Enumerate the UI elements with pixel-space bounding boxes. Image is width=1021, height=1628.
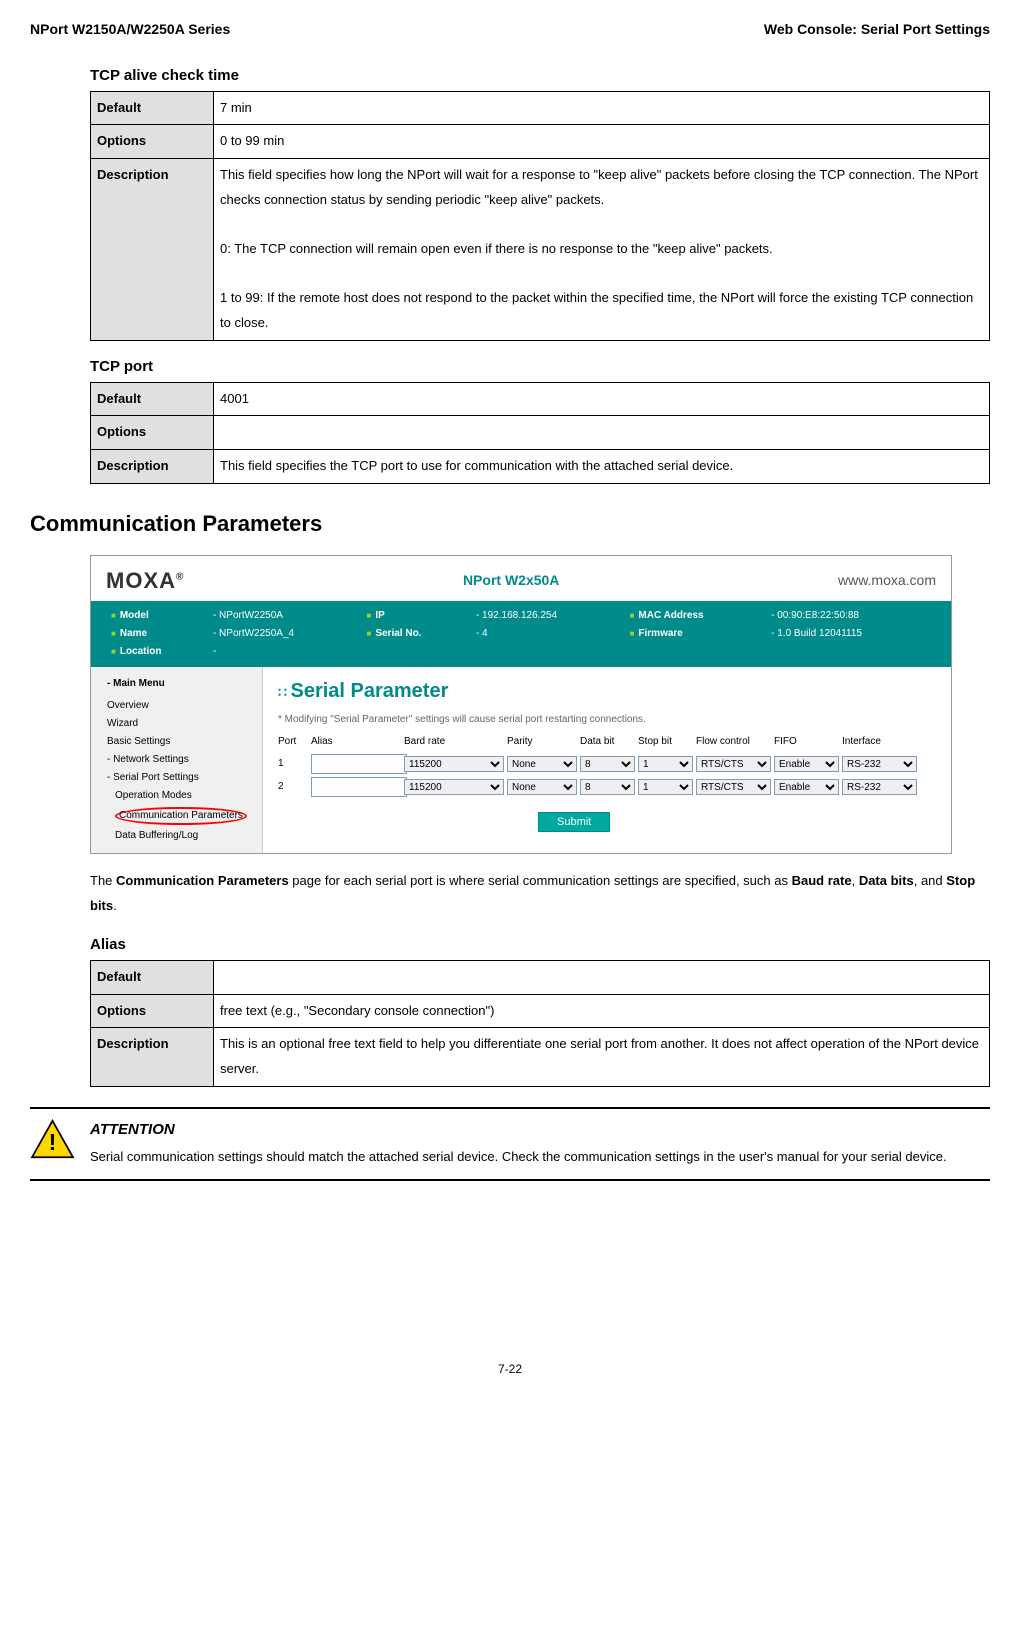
svg-text:!: ! <box>49 1129 57 1155</box>
databit-select[interactable]: 8 <box>580 779 635 795</box>
sc-url: www.moxa.com <box>838 571 936 591</box>
page-number: 7-22 <box>30 1361 990 1378</box>
label-description: Description <box>91 158 214 340</box>
fifo-select[interactable]: Enable <box>774 756 839 772</box>
alias-table: Default Options free text (e.g., "Second… <box>90 960 990 1087</box>
header-left: NPort W2150A/W2250A Series <box>30 20 230 40</box>
nav-menu: - Main Menu Overview Wizard Basic Settin… <box>91 667 263 853</box>
value-options: 0 to 99 min <box>214 125 990 159</box>
value-default: 4001 <box>214 382 990 416</box>
baud-select[interactable]: 115200 <box>404 756 504 772</box>
databit-select[interactable]: 8 <box>580 756 635 772</box>
value-description: This is an optional free text field to h… <box>214 1028 990 1086</box>
tcp-port-table: Default 4001 Options Description This fi… <box>90 382 990 484</box>
nav-item[interactable]: Overview <box>99 697 254 715</box>
nav-subitem[interactable]: Data Buffering/Log <box>99 827 254 845</box>
label-options: Options <box>91 125 214 159</box>
nav-item[interactable]: - Network Settings <box>99 751 254 769</box>
label-default: Default <box>91 382 214 416</box>
info-bar: ■Model- NPortW2250A ■IP- 192.168.126.254… <box>91 601 951 667</box>
label-default: Default <box>91 91 214 125</box>
screenshot-frame: MOXA® NPort W2x50A www.moxa.com ■Model- … <box>90 555 952 855</box>
alias-input[interactable] <box>311 754 407 774</box>
nav-item[interactable]: - Serial Port Settings <box>99 769 254 787</box>
alias-input[interactable] <box>311 777 407 797</box>
comm-params-body: The Communication Parameters page for ea… <box>90 869 990 918</box>
label-description: Description <box>91 450 214 484</box>
warning-icon: ! <box>30 1119 75 1159</box>
attention-block: ! ATTENTION Serial communication setting… <box>30 1107 990 1182</box>
fifo-select[interactable]: Enable <box>774 779 839 795</box>
value-default: 7 min <box>214 91 990 125</box>
value-default <box>214 960 990 994</box>
submit-button[interactable]: Submit <box>538 812 610 832</box>
tcp-alive-title: TCP alive check time <box>90 65 990 86</box>
value-options <box>214 416 990 450</box>
flow-select[interactable]: RTS/CTS <box>696 756 771 772</box>
nav-subitem[interactable]: Operation Modes <box>99 787 254 805</box>
sc-heading: ∷ Serial Parameter <box>278 677 936 705</box>
page-header: NPort W2150A/W2250A Series Web Console: … <box>30 20 990 40</box>
sc-note: * Modifying "Serial Parameter" settings … <box>278 713 936 727</box>
stopbit-select[interactable]: 1 <box>638 756 693 772</box>
label-description: Description <box>91 1028 214 1086</box>
alias-title: Alias <box>90 934 990 955</box>
stopbit-select[interactable]: 1 <box>638 779 693 795</box>
value-options: free text (e.g., "Secondary console conn… <box>214 994 990 1028</box>
value-description: This field specifies how long the NPort … <box>214 158 990 340</box>
tcp-alive-table: Default 7 min Options 0 to 99 min Descri… <box>90 91 990 341</box>
nav-item[interactable]: Wizard <box>99 715 254 733</box>
screenshot-container: MOXA® NPort W2x50A www.moxa.com ■Model- … <box>90 555 990 855</box>
value-description: This field specifies the TCP port to use… <box>214 450 990 484</box>
header-right: Web Console: Serial Port Settings <box>764 20 990 40</box>
attention-text: Serial communication settings should mat… <box>90 1145 947 1170</box>
parity-select[interactable]: None <box>507 756 577 772</box>
nav-subitem[interactable]: Communication Parameters <box>99 805 254 827</box>
flow-select[interactable]: RTS/CTS <box>696 779 771 795</box>
attention-title: ATTENTION <box>90 1119 947 1140</box>
comm-params-title: Communication Parameters <box>30 509 990 540</box>
label-default: Default <box>91 960 214 994</box>
baud-select[interactable]: 115200 <box>404 779 504 795</box>
parity-select[interactable]: None <box>507 779 577 795</box>
iface-select[interactable]: RS-232 <box>842 756 917 772</box>
sc-title: NPort W2x50A <box>463 571 559 591</box>
label-options: Options <box>91 416 214 450</box>
nav-item[interactable]: Basic Settings <box>99 733 254 751</box>
moxa-logo: MOXA® <box>106 566 184 597</box>
iface-select[interactable]: RS-232 <box>842 779 917 795</box>
label-options: Options <box>91 994 214 1028</box>
tcp-port-title: TCP port <box>90 356 990 377</box>
